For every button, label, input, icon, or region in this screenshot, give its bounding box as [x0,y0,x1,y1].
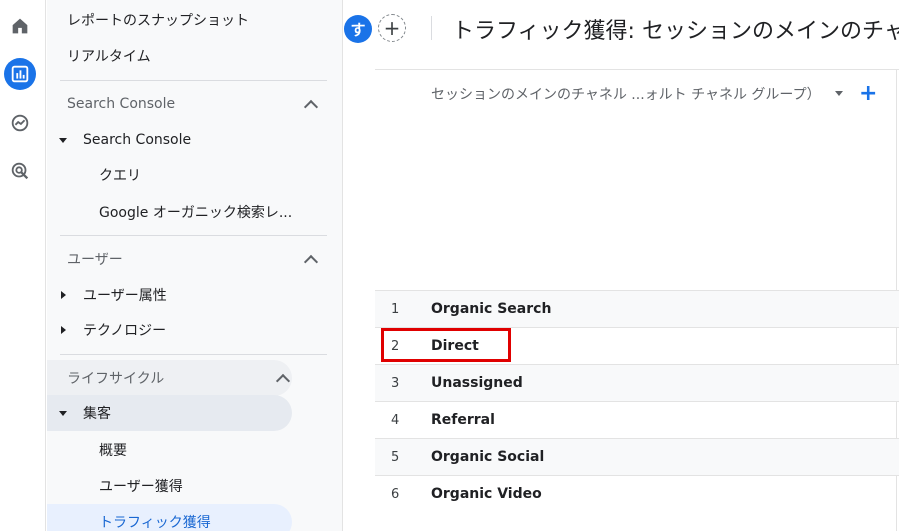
reports-button[interactable] [4,58,36,90]
reports-icon [11,65,29,83]
row-index: 1 [391,301,400,317]
row-index: 3 [391,375,400,391]
caret-down-icon [59,138,67,143]
nav-user-attributes-label: ユーザー属性 [83,288,167,304]
channel-name: Organic Video [431,486,542,502]
table-row[interactable]: 3 Unassigned [375,364,899,401]
highlight-annotation-box [381,328,511,362]
sidebar-nav: レポートのスナップショット リアルタイム Search Console Sear… [47,0,343,531]
comparison-avatar[interactable]: す [344,15,372,43]
section-user-label: ユーザー [67,252,123,268]
advertising-button[interactable] [4,155,36,187]
nav-search-console-group[interactable]: Search Console [47,122,191,158]
channel-name: Referral [431,412,495,428]
chevron-up-icon [275,373,291,388]
caret-right-icon [61,291,66,299]
channel-name: Organic Social [431,449,545,465]
channel-name: Organic Search [431,301,552,317]
nav-acquisition[interactable]: 集客 [47,395,292,431]
caret-right-icon [61,326,66,334]
table-row[interactable]: 6 Organic Video [375,475,899,512]
page-title: トラフィック獲得: セッションのメインのチャ [452,19,899,44]
table-row[interactable]: 4 Referral [375,401,899,438]
section-search-console[interactable]: Search Console [67,86,320,122]
dimension-header[interactable]: セッションのメインのチャネル ...ォルト チャネル グループ） [431,84,821,104]
home-button[interactable] [4,10,36,42]
row-index: 4 [391,412,400,428]
header-divider [431,16,432,40]
table-row[interactable]: 1 Organic Search [375,290,899,327]
nav-user-attributes[interactable]: ユーザー属性 [47,277,167,313]
channel-name: Unassigned [431,375,523,391]
nav-divider [60,80,327,81]
section-user[interactable]: ユーザー [67,241,320,277]
home-icon [12,18,28,34]
dimension-dropdown-icon[interactable] [835,91,843,96]
page-header: す + トラフィック獲得: セッションのメインのチャ [344,0,899,60]
plus-icon: + [383,16,401,40]
chevron-up-icon [303,99,319,114]
explore-icon [11,114,29,132]
nav-realtime[interactable]: リアルタイム [47,38,151,74]
nav-google-organic[interactable]: Google オーガニック検索レ... [47,194,292,230]
nav-search-console-label: Search Console [83,132,192,148]
nav-divider [60,235,327,236]
section-lifecycle-label: ライフサイクル [67,371,165,387]
add-dimension-button[interactable]: + [859,81,877,106]
nav-user-acquisition[interactable]: ユーザー獲得 [47,468,183,504]
nav-traffic-acquisition[interactable]: トラフィック獲得 [47,504,292,531]
advertising-icon [11,162,29,180]
table-row[interactable]: 5 Organic Social [375,438,899,475]
nav-divider [60,354,327,355]
explore-button[interactable] [4,107,36,139]
report-table: セッションのメインのチャネル ...ォルト チャネル グループ） + 1 Org… [344,60,899,531]
section-search-console-label: Search Console [67,96,176,112]
add-comparison-button[interactable]: + [378,14,406,42]
row-index: 5 [391,449,400,465]
nav-overview[interactable]: 概要 [47,432,127,468]
nav-acquisition-label: 集客 [83,406,111,422]
row-index: 6 [391,486,400,502]
icon-rail [0,0,46,531]
nav-technology[interactable]: テクノロジー [47,312,166,348]
caret-down-icon [59,411,67,416]
nav-queries[interactable]: クエリ [47,157,141,193]
nav-technology-label: テクノロジー [83,323,167,339]
table-top-border [375,69,899,70]
section-lifecycle[interactable]: ライフサイクル [47,360,292,396]
nav-snapshot[interactable]: レポートのスナップショット [47,2,249,38]
chevron-up-icon [303,254,319,269]
